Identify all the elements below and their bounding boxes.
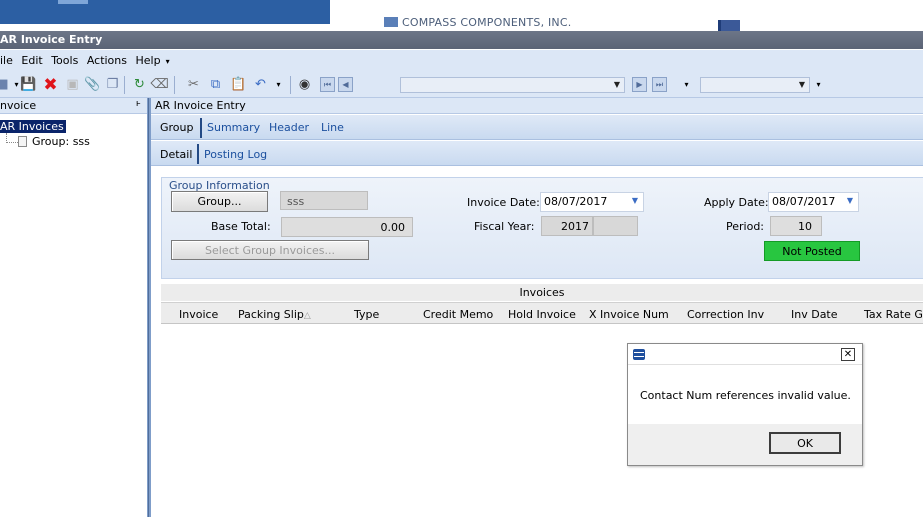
dialog-title-bar: ✕ [628,344,862,365]
select-group-invoices-button[interactable]: Select Group Invoices... [171,240,369,260]
posting-status-badge: Not Posted [764,241,860,261]
tab-detail[interactable]: Detail [160,148,192,161]
tree-root[interactable]: AR Invoices [0,120,66,133]
column-invoice[interactable]: Invoice [179,308,218,321]
sort-ascending-icon: △ [303,311,311,321]
fiscal-year-field: 2017 [541,216,593,236]
undo-dropdown-icon[interactable]: ▾ [270,76,287,93]
main-tab-row: Group Summary Header Line [151,115,923,140]
column-inv-date[interactable]: Inv Date [791,308,838,321]
window-title: AR Invoice Entry [0,33,103,46]
menu-actions[interactable]: Actions [87,54,127,67]
tree-pane-header: nvoice ͱ [0,98,147,114]
invoices-grid-header: Invoice Packing Slip△ Type Credit Memo H… [161,302,923,324]
dialog-message: Contact Num references invalid value. [640,389,851,402]
toolbar-overflow-icon[interactable]: ▾ [810,76,827,93]
base-total-label: Base Total: [211,220,271,233]
menu-overflow-icon[interactable]: ▾ [166,57,170,66]
chevron-down-icon: ▼ [613,80,620,89]
first-record-icon[interactable]: ⏮ [320,77,335,92]
column-credit-memo[interactable]: Credit Memo [423,308,493,321]
app-icon [633,349,645,360]
menu-bar: ile Edit Tools Actions Help ▾ [0,50,923,72]
apply-date-label: Apply Date: [704,196,769,209]
column-tax-rate-group[interactable]: Tax Rate G [864,308,923,321]
desktop-top-strip: COMPASS COMPONENTS, INC. [0,0,923,31]
group-information-panel: Group Information Group... sss Base Tota… [161,177,923,279]
nav-dropdown-icon[interactable]: ▾ [678,76,695,93]
chevron-down-icon: ▼ [798,80,805,89]
undo-icon[interactable]: ↶ [252,76,269,93]
apply-date-input[interactable]: 08/07/2017 ▼ [768,192,859,212]
ok-button[interactable]: OK [769,432,841,454]
fiscal-year-suffix-field [593,216,638,236]
tab-posting-log[interactable]: Posting Log [204,148,267,161]
invoice-date-input[interactable]: 08/07/2017 ▼ [540,192,644,212]
column-type[interactable]: Type [354,308,379,321]
refresh-icon[interactable]: ↻ [131,76,148,93]
close-icon[interactable]: ✕ [841,348,855,361]
company-label: COMPASS COMPONENTS, INC. [384,16,571,29]
taskbar-segment [0,0,330,24]
column-hold-invoice[interactable]: Hold Invoice [508,308,576,321]
tree-pane: nvoice ͱ AR Invoices Group: sss [0,98,148,517]
document-icon [18,136,27,147]
paste-icon[interactable]: 📋 [230,76,247,93]
tree-connector [6,133,18,143]
secondary-selector[interactable]: ▼ [700,77,810,93]
error-dialog: ✕ Contact Num references invalid value. … [627,343,863,466]
pin-icon[interactable]: ͱ [136,99,141,109]
column-correction-inv[interactable]: Correction Inv [687,308,764,321]
tab-line[interactable]: Line [321,121,344,134]
next-record-icon[interactable]: ▶ [632,77,647,92]
company-icon [384,17,398,27]
copy-clipboard-icon[interactable]: ⧉ [207,76,224,93]
menu-file[interactable]: ile [0,54,13,67]
cut-icon[interactable]: ✂ [185,76,202,93]
group-button[interactable]: Group... [171,191,268,212]
save-icon[interactable]: 💾 [20,76,37,93]
invoice-date-label: Invoice Date: [467,196,540,209]
menu-tools[interactable]: Tools [51,54,78,67]
tree-item-group[interactable]: Group: sss [18,135,90,148]
search-binoculars-icon[interactable]: ◉ [296,76,313,93]
base-total-field: 0.00 [281,217,413,237]
tab-group[interactable]: Group [160,121,194,134]
chevron-down-icon[interactable]: ▼ [632,196,638,205]
attach-icon[interactable]: 📎 [84,76,101,93]
group-field[interactable]: sss [280,191,368,210]
previous-record-icon[interactable]: ◀ [338,77,353,92]
tab-header[interactable]: Header [269,121,309,134]
menu-edit[interactable]: Edit [21,54,42,67]
dialog-footer: OK [628,424,862,465]
main-pane-header: AR Invoice Entry [151,98,923,114]
sub-tab-row: Detail Posting Log [151,141,923,166]
toolbar: ■ ▾ 💾 ✖ ▣ 📎 ❐ ↻ ⌫ ✂ ⧉ 📋 ↶ ▾ ◉ ⏮ ◀ ▼ ▶ ⏭ … [0,72,923,98]
tab-summary[interactable]: Summary [207,121,260,134]
window-title-bar: AR Invoice Entry [0,31,923,49]
record-selector[interactable]: ▼ [400,77,625,93]
delete-icon[interactable]: ✖ [42,75,59,95]
menu-help[interactable]: Help [136,54,161,67]
period-label: Period: [726,220,765,233]
copy-icon[interactable]: ❐ [104,76,121,93]
undo-disabled-icon: ▣ [66,77,79,92]
clear-icon[interactable]: ⌫ [150,76,168,93]
window-icon [718,20,740,31]
invoices-grid-caption: Invoices [161,284,923,301]
chevron-down-icon[interactable]: ▼ [847,196,853,205]
fiscal-year-label: Fiscal Year: [474,220,535,233]
last-record-icon[interactable]: ⏭ [652,77,667,92]
period-field: 10 [770,216,822,236]
column-packing-slip[interactable]: Packing Slip△ [238,308,311,321]
column-x-invoice-num[interactable]: X Invoice Num [589,308,669,321]
